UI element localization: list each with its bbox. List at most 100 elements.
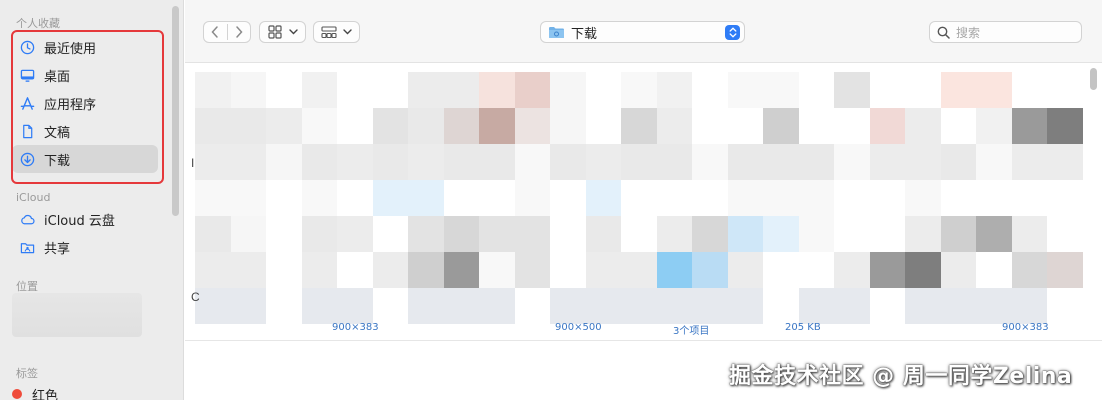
- blurred-thumbnail-pixel: [692, 108, 728, 144]
- path-popup-button[interactable]: 下载: [540, 21, 745, 43]
- blurred-thumbnail-pixel: [372, 216, 409, 252]
- blurred-thumbnail-pixel: [266, 216, 302, 252]
- back-button[interactable]: [204, 26, 227, 38]
- blurred-thumbnail-pixel: [550, 108, 586, 144]
- file-meta-label: 205 KB: [785, 322, 821, 333]
- content-scrollbar[interactable]: [1089, 66, 1098, 326]
- blurred-thumbnail-pixel: [1011, 72, 1048, 108]
- sidebar-item-tag-red[interactable]: 红色: [4, 380, 150, 400]
- blurred-thumbnail-pixel: [479, 108, 515, 144]
- blurred-thumbnail-pixel: [550, 252, 586, 288]
- blurred-thumbnail-pixel: [266, 144, 302, 180]
- blurred-thumbnail-pixel: [514, 288, 551, 324]
- blurred-thumbnail-pixel: [834, 108, 870, 144]
- blurred-thumbnail-pixel: [230, 144, 267, 180]
- blurred-thumbnail-pixel: [230, 252, 267, 288]
- blurred-thumbnail-pixel: [727, 72, 764, 108]
- watermark-text: 掘金技术社区 @ 周一同学Zelina: [729, 364, 1073, 389]
- blurred-thumbnail-pixel: [940, 216, 977, 252]
- locations-list-redacted: [12, 293, 142, 337]
- blurred-thumbnail-pixel: [514, 252, 551, 288]
- blurred-thumbnail-pixel: [230, 72, 267, 108]
- blurred-thumbnail-pixel: [727, 252, 764, 288]
- icloud-section-title: iCloud: [16, 191, 51, 204]
- blurred-thumbnail-pixel: [905, 216, 941, 252]
- blurred-thumbnail-pixel: [656, 72, 693, 108]
- search-field[interactable]: 搜索: [929, 21, 1082, 43]
- blurred-thumbnail-pixel: [301, 288, 338, 324]
- sidebar-item-label: iCloud 云盘: [44, 213, 115, 229]
- blurred-thumbnail-pixel: [195, 252, 231, 288]
- blurred-thumbnail-pixel: [266, 72, 302, 108]
- forward-button[interactable]: [228, 26, 251, 38]
- sidebar-scrollbar[interactable]: [172, 6, 179, 216]
- blurred-thumbnail-pixel: [727, 216, 764, 252]
- sidebar-item-icloud-drive[interactable]: iCloud 云盘: [12, 205, 158, 233]
- up-down-chevron-icon: [725, 25, 740, 40]
- locations-section-title: 位置: [16, 280, 38, 293]
- blurred-thumbnail-pixel: [798, 252, 835, 288]
- blurred-thumbnail-pixel: [798, 180, 835, 216]
- blurred-thumbnail-pixel: [195, 72, 231, 108]
- blurred-thumbnail-pixel: [301, 72, 338, 108]
- blurred-thumbnail-pixel: [940, 288, 977, 324]
- blurred-thumbnail-pixel: [372, 180, 409, 216]
- blurred-thumbnail-pixel: [195, 108, 231, 144]
- blurred-thumbnail-pixel: [337, 288, 373, 324]
- blurred-thumbnail-pixel: [905, 288, 941, 324]
- highlight-annotation-box: [11, 30, 164, 184]
- blurred-thumbnail-pixel: [443, 252, 480, 288]
- blurred-thumbnail-pixel: [443, 288, 480, 324]
- blurred-thumbnail-pixel: [550, 180, 586, 216]
- blurred-thumbnail-pixel: [550, 72, 586, 108]
- blurred-thumbnail-pixel: [337, 216, 373, 252]
- blurred-thumbnail-pixel: [763, 108, 799, 144]
- blurred-thumbnail-pixel: [479, 252, 515, 288]
- blurred-thumbnail-pixel: [408, 288, 444, 324]
- blurred-thumbnail-pixel: [834, 288, 870, 324]
- blurred-thumbnail-pixel: [727, 108, 764, 144]
- scrollbar-thumb[interactable]: [1090, 68, 1097, 90]
- blurred-thumbnail-pixel: [514, 216, 551, 252]
- blurred-thumbnail-pixel: [656, 108, 693, 144]
- blurred-thumbnail-pixel: [869, 72, 906, 108]
- sidebar: 个人收藏 最近使用 桌面 应用程序 文稿 下载 iCloud iCloud 云盘…: [0, 0, 184, 400]
- blurred-thumbnail-pixel: [479, 288, 515, 324]
- blurred-thumbnail-pixel: [692, 288, 728, 324]
- blurred-thumbnail-pixel: [940, 144, 977, 180]
- blurred-thumbnail-pixel: [372, 72, 409, 108]
- blurred-thumbnail-pixel: [905, 144, 941, 180]
- blurred-thumbnail-pixel: [408, 180, 444, 216]
- blurred-thumbnail-pixel: [798, 72, 835, 108]
- chevron-down-icon: [288, 29, 298, 35]
- view-mode-button[interactable]: [259, 21, 306, 43]
- blurred-thumbnail-pixel: [301, 144, 338, 180]
- group-by-button[interactable]: [313, 21, 360, 43]
- search-placeholder: 搜索: [956, 25, 981, 40]
- blurred-thumbnail-pixel: [763, 252, 799, 288]
- blurred-thumbnail-pixel: [1047, 288, 1083, 324]
- blurred-thumbnail-pixel: [550, 216, 586, 252]
- blurred-thumbnail-pixel: [230, 216, 267, 252]
- blurred-thumbnail-pixel: [692, 252, 728, 288]
- blurred-thumbnail-pixel: [408, 144, 444, 180]
- blurred-thumbnail-pixel: [940, 108, 977, 144]
- blurred-thumbnail-pixel: [763, 72, 799, 108]
- blurred-thumbnail-pixel: [372, 288, 409, 324]
- blurred-thumbnail-pixel: [514, 144, 551, 180]
- blurred-thumbnail-pixel: [976, 72, 1012, 108]
- sidebar-item-shared[interactable]: 共享: [12, 233, 158, 261]
- blurred-thumbnail-pixel: [976, 144, 1012, 180]
- blurred-thumbnail-pixel: [905, 252, 941, 288]
- blurred-thumbnail-pixel: [1011, 180, 1048, 216]
- blurred-thumbnail-pixel: [585, 216, 622, 252]
- blurred-thumbnail-pixel: [976, 108, 1012, 144]
- sidebar-item-label: 红色: [32, 388, 59, 400]
- blurred-thumbnail-pixel: [1047, 108, 1083, 144]
- blurred-thumbnail-pixel: [798, 144, 835, 180]
- chevron-down-icon: [343, 29, 352, 35]
- blurred-thumbnail-pixel: [301, 180, 338, 216]
- blurred-thumbnail-pixel: [976, 288, 1012, 324]
- blurred-thumbnail-pixel: [621, 216, 657, 252]
- blurred-thumbnail-pixel: [585, 288, 622, 324]
